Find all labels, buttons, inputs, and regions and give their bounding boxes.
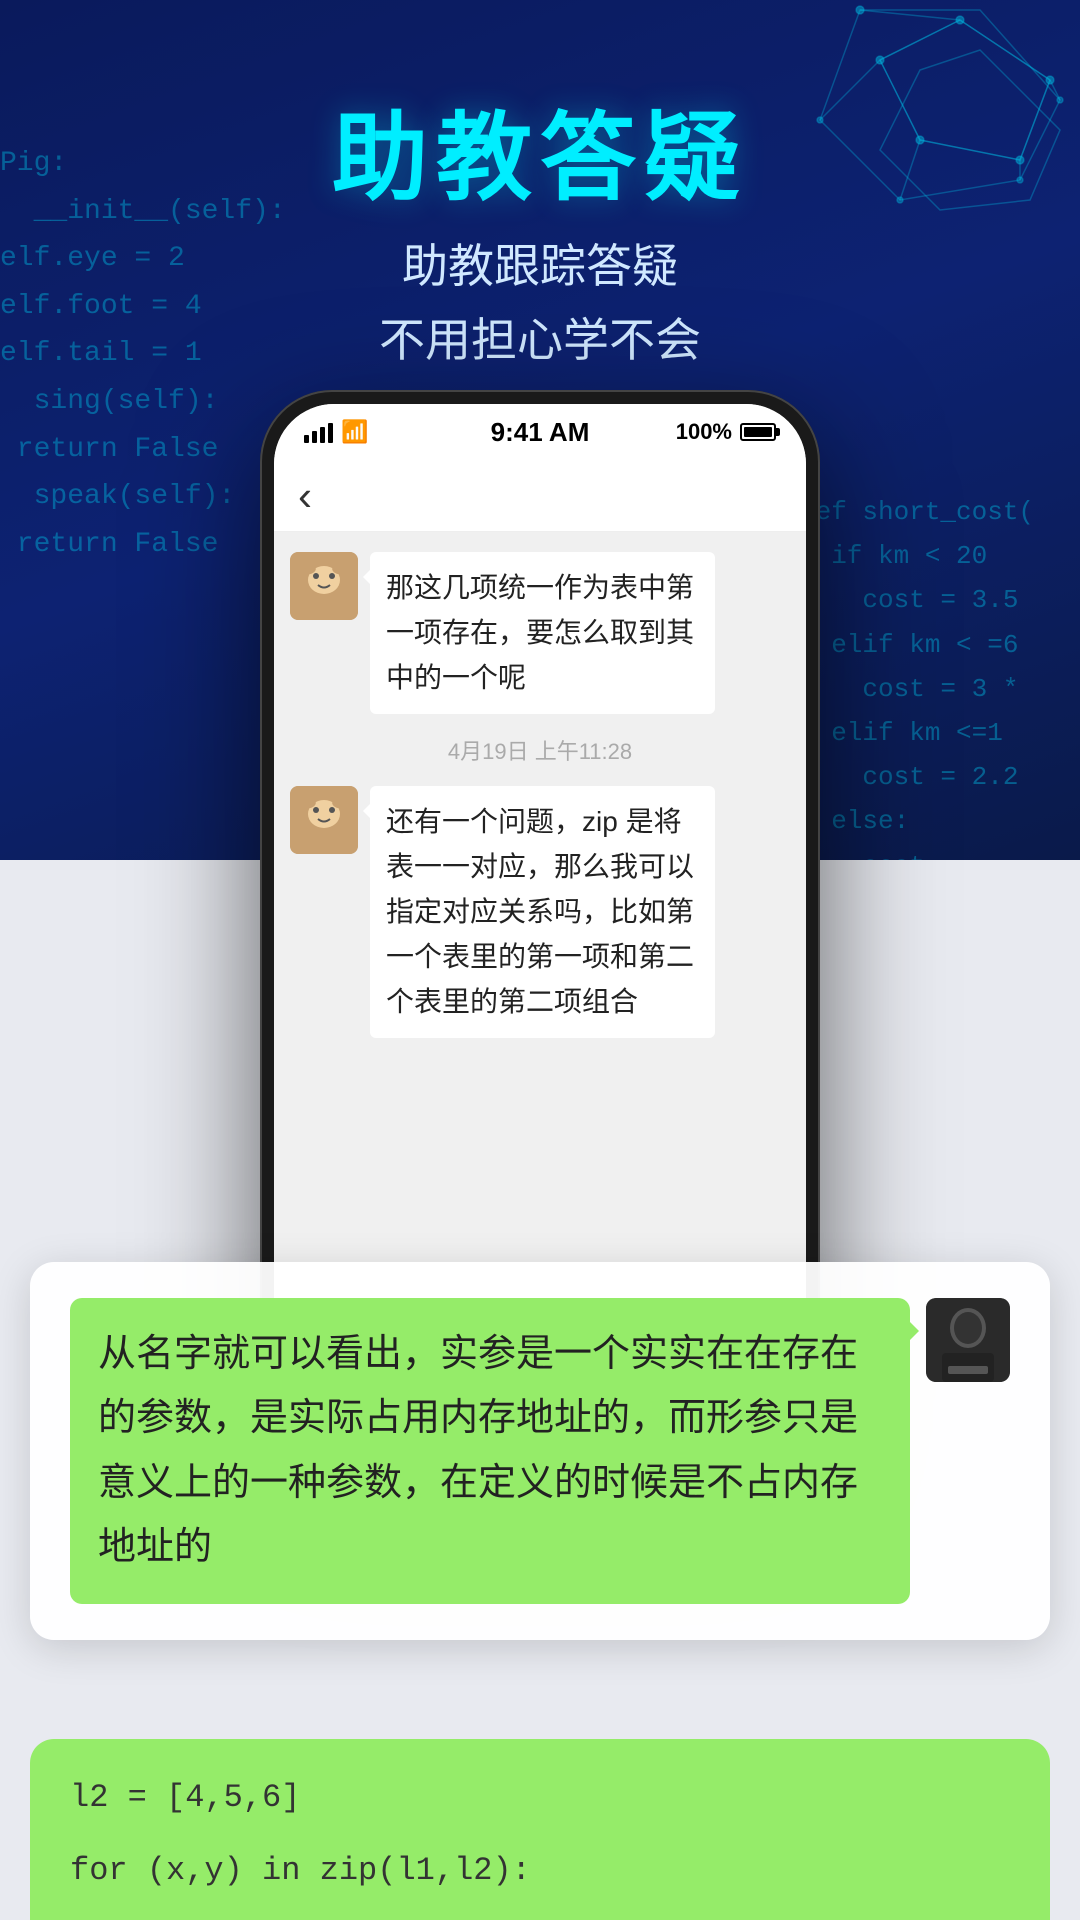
wifi-icon: 📶 <box>341 419 368 445</box>
status-left: 📶 <box>304 419 368 445</box>
message-received-2: 还有一个问题，zip 是将表一一对应，那么我可以指定对应关系吗，比如第一个表里的… <box>290 786 715 1038</box>
code-background-right: def short_cost( if km < 20 cost = 3.5 el… <box>800 490 1080 860</box>
bubble-received-1: 那这几项统一作为表中第一项存在，要怎么取到其中的一个呢 <box>370 552 715 714</box>
back-button[interactable]: ‹ <box>298 475 312 517</box>
subtitle-line1: 助教跟踪答疑 <box>0 230 1080 304</box>
message-text-1: 那这几项统一作为表中第一项存在，要怎么取到其中的一个呢 <box>386 572 694 693</box>
code-text-1: l2 = [4,5,6] <box>70 1769 1010 1827</box>
overlay-avatar <box>926 1298 1010 1382</box>
timestamp-1: 4月19日 上午11:28 <box>290 734 790 766</box>
status-bar: 📶 9:41 AM 100% <box>274 404 806 460</box>
page-subtitle: 助教跟踪答疑 不用担心学不会 <box>0 230 1080 377</box>
nav-bar: ‹ <box>274 460 806 532</box>
bubble-received-2: 还有一个问题，zip 是将表一一对应，那么我可以指定对应关系吗，比如第一个表里的… <box>370 786 715 1038</box>
overlay-bubble-inner: 从名字就可以看出，实参是一个实实在在存在的参数，是实际占用内存地址的，而形参只是… <box>70 1298 1010 1604</box>
code-spacer <box>70 1826 1010 1842</box>
battery-icon <box>740 423 776 441</box>
page-title: 助教答疑 <box>0 80 1080 219</box>
status-time: 9:41 AM <box>491 417 590 448</box>
status-right: 100% <box>676 419 776 445</box>
subtitle-line2: 不用担心学不会 <box>0 304 1080 378</box>
code-text-3: for (x,y) in zip(l1,l2): <box>70 1842 1010 1900</box>
message-text-2: 还有一个问题，zip 是将表一一对应，那么我可以指定对应关系吗，比如第一个表里的… <box>386 806 694 1016</box>
overlay-message-text: 从名字就可以看出，实参是一个实实在在存在的参数，是实际占用内存地址的，而形参只是… <box>70 1298 910 1604</box>
overlay-message-bubble: 从名字就可以看出，实参是一个实实在在存在的参数，是实际占用内存地址的，而形参只是… <box>30 1262 1050 1640</box>
avatar-2 <box>290 786 358 854</box>
avatar-1 <box>290 552 358 620</box>
code-line-1: l2 = [4,5,6] for (x,y) in zip(l1,l2): <box>70 1769 1010 1900</box>
battery-percent: 100% <box>676 419 732 445</box>
signal-icon <box>304 421 333 443</box>
message-received-1: 那这几项统一作为表中第一项存在，要怎么取到其中的一个呢 <box>290 552 715 714</box>
bottom-code-snippet: l2 = [4,5,6] for (x,y) in zip(l1,l2): <box>30 1739 1050 1920</box>
battery-fill <box>744 427 772 437</box>
